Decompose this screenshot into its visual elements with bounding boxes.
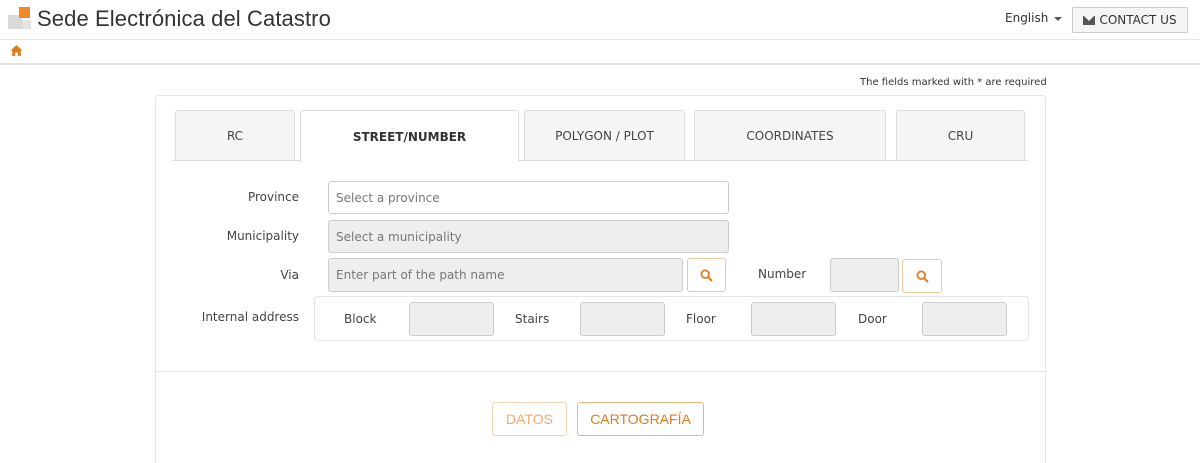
tab-polygon-plot[interactable]: POLYGON / PLOT: [524, 110, 685, 161]
floor-label: Floor: [686, 312, 716, 326]
envelope-icon: [1083, 15, 1096, 25]
search-icon: [700, 268, 713, 282]
municipality-select[interactable]: Select a municipality: [328, 220, 729, 253]
catastro-logo-icon[interactable]: [8, 7, 32, 31]
form-divider: [155, 371, 1046, 372]
contact-us-button[interactable]: CONTACT US: [1072, 7, 1188, 33]
language-selector[interactable]: English: [1005, 11, 1063, 25]
required-fields-note: The fields marked with * are required: [860, 77, 1047, 88]
tab-street-number[interactable]: STREET/NUMBER: [300, 110, 519, 162]
home-icon[interactable]: [10, 44, 23, 57]
door-label: Door: [858, 312, 887, 326]
contact-us-label: CONTACT US: [1099, 13, 1177, 27]
tab-coordinates[interactable]: COORDINATES: [694, 110, 886, 161]
language-label: English: [1005, 11, 1049, 25]
stairs-label: Stairs: [515, 312, 550, 326]
tab-cru[interactable]: CRU: [896, 110, 1025, 161]
block-input[interactable]: [409, 302, 494, 336]
site-title[interactable]: Sede Electrónica del Catastro: [37, 6, 331, 32]
datos-button[interactable]: DATOS: [492, 402, 567, 436]
municipality-label: Municipality: [226, 229, 299, 243]
cartografia-button[interactable]: CARTOGRAFÍA: [577, 402, 704, 436]
via-input[interactable]: Enter part of the path name: [328, 258, 683, 292]
tab-rc[interactable]: RC: [175, 110, 295, 161]
via-search-button[interactable]: [687, 258, 726, 292]
top-header: Sede Electrónica del Catastro English CO…: [0, 0, 1200, 40]
floor-input[interactable]: [751, 302, 836, 336]
province-select[interactable]: Select a province: [328, 181, 729, 214]
caret-down-icon: [1054, 16, 1063, 21]
internal-address-label: Internal address: [201, 310, 299, 324]
number-input[interactable]: [830, 258, 899, 292]
search-icon: [915, 269, 929, 283]
door-input[interactable]: [922, 302, 1007, 336]
number-search-button[interactable]: [902, 259, 942, 293]
stairs-input[interactable]: [580, 302, 665, 336]
number-label: Number: [758, 267, 807, 281]
breadcrumb: [0, 40, 1200, 65]
block-label: Block: [344, 312, 377, 326]
via-label: Via: [280, 268, 299, 282]
province-label: Province: [247, 190, 299, 204]
